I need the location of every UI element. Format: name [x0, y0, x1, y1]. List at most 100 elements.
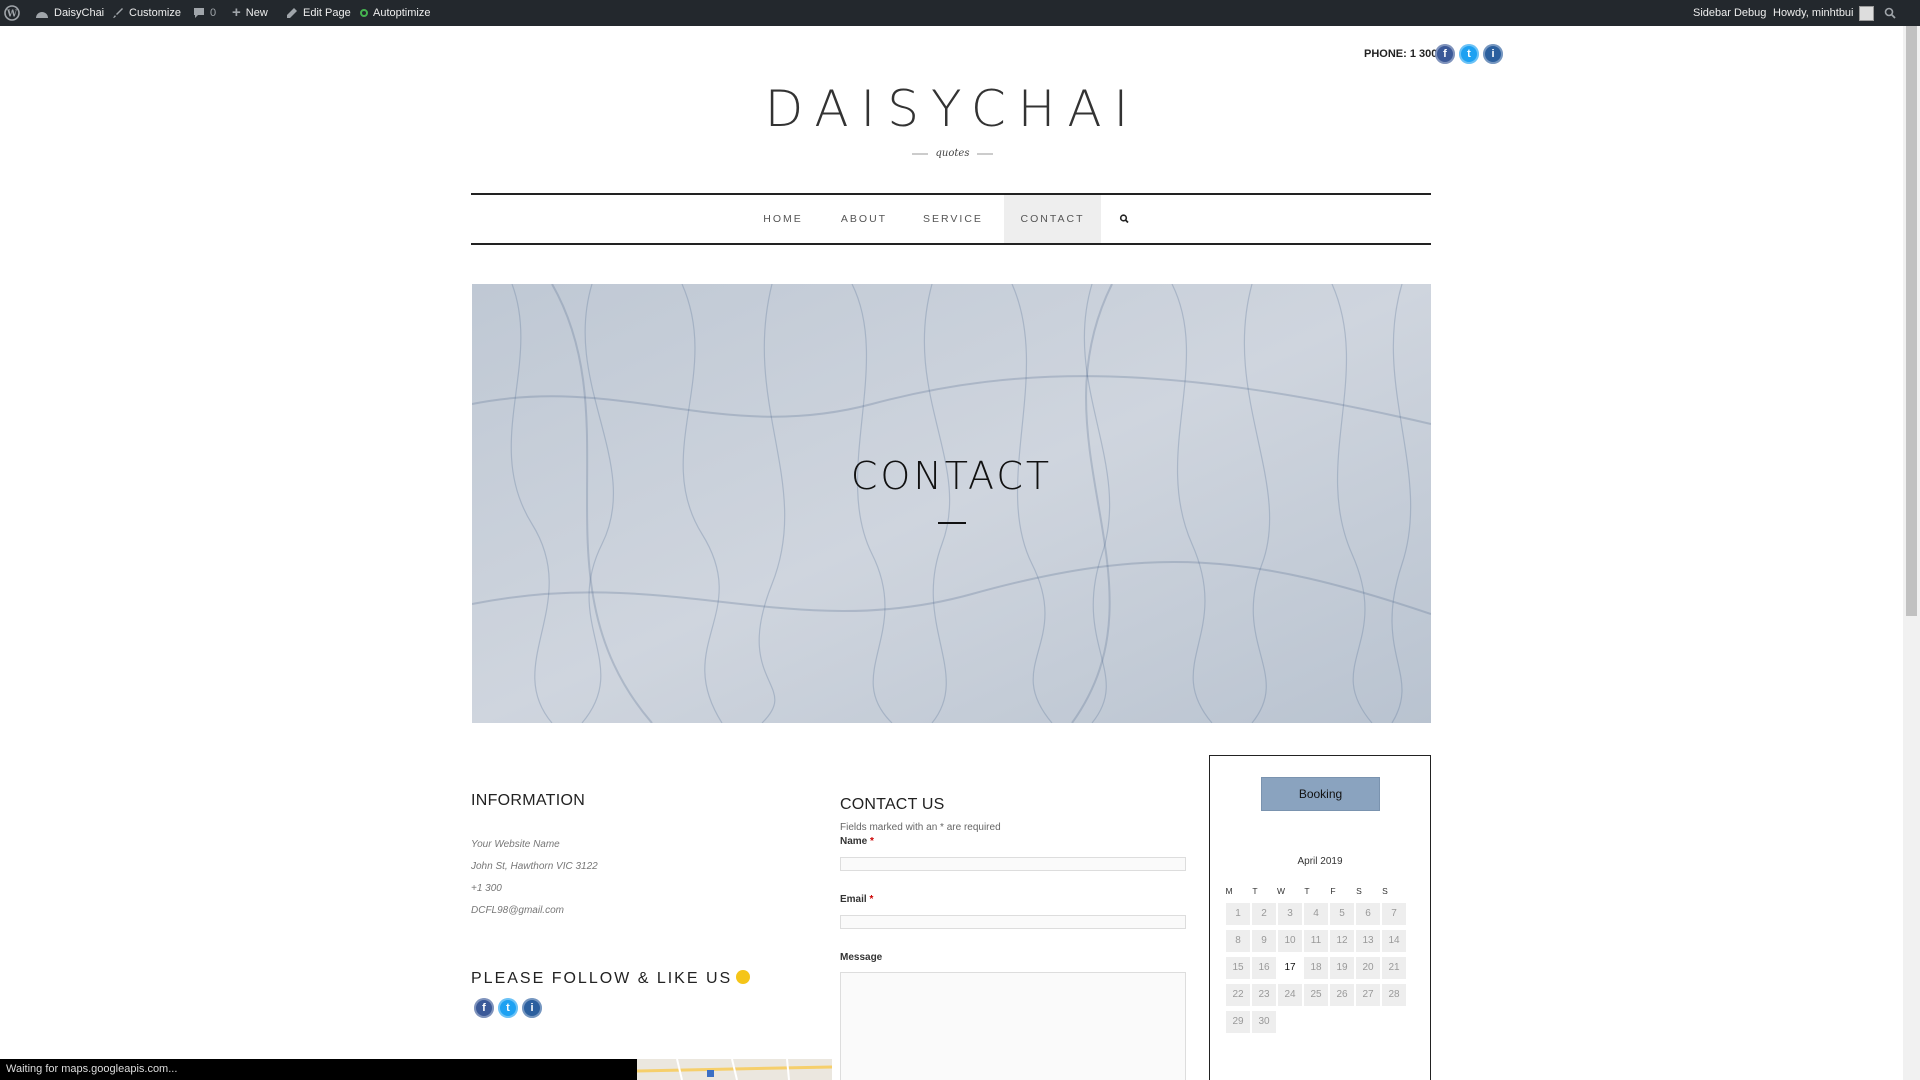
header-facebook-icon[interactable]: f [1435, 44, 1455, 64]
nav-search-icon[interactable] [1119, 195, 1133, 243]
message-label: Message [840, 952, 883, 963]
email-label: Email * [840, 894, 873, 905]
calendar-day[interactable]: 12 [1330, 930, 1354, 952]
calendar-day[interactable]: 16 [1252, 957, 1276, 979]
status-dot-icon [360, 9, 368, 17]
calendar-day[interactable]: 19 [1330, 957, 1354, 979]
calendar-day[interactable]: 15 [1226, 957, 1250, 979]
main-navigation: HOME ABOUT SERVICE CONTACT [471, 193, 1431, 245]
header-instagram-icon[interactable]: i [1483, 44, 1503, 64]
admin-new-label: New [245, 7, 268, 19]
calendar-day[interactable]: 6 [1356, 903, 1380, 925]
calendar-day[interactable]: 22 [1226, 984, 1250, 1006]
calendar-day[interactable]: 11 [1304, 930, 1328, 952]
calendar-day-of-week: T [1252, 886, 1258, 896]
header-twitter-icon[interactable]: t [1459, 44, 1479, 64]
admin-howdy-label: Howdy, minhtbui [1773, 7, 1854, 19]
calendar-day[interactable]: 14 [1382, 930, 1406, 952]
wordpress-logo-icon[interactable]: W [4, 0, 20, 26]
header-phone: PHONE: 1 300 [1364, 48, 1438, 60]
calendar-day[interactable]: 5 [1330, 903, 1354, 925]
admin-new-link[interactable]: + New [232, 0, 268, 26]
admin-sidebar-debug-label: Sidebar Debug [1693, 7, 1767, 19]
info-email: DCFL98@gmail.com [471, 905, 564, 916]
pencil-icon [287, 8, 297, 18]
calendar-day[interactable]: 3 [1278, 903, 1302, 925]
admin-edit-page-link[interactable]: Edit Page [286, 0, 351, 26]
calendar-day-of-week: M [1225, 886, 1233, 896]
info-website-name: Your Website Name [471, 839, 560, 850]
admin-edit-page-label: Edit Page [303, 7, 351, 19]
follow-facebook-icon[interactable]: f [474, 998, 494, 1018]
calendar-day[interactable]: 18 [1304, 957, 1328, 979]
calendar-day[interactable]: 4 [1304, 903, 1328, 925]
calendar-day[interactable]: 8 [1226, 930, 1250, 952]
nav-item-about[interactable]: ABOUT [834, 195, 894, 243]
calendar-day[interactable]: 29 [1226, 1011, 1250, 1033]
calendar-day[interactable]: 13 [1356, 930, 1380, 952]
info-phone: +1 300 [471, 883, 502, 894]
svg-text:W: W [6, 10, 18, 20]
dashboard-icon [36, 12, 48, 18]
follow-twitter-icon[interactable]: t [498, 998, 518, 1018]
calendar-day-of-week: F [1330, 886, 1336, 896]
calendar-day[interactable]: 21 [1382, 957, 1406, 979]
nav-item-home[interactable]: HOME [753, 195, 813, 243]
admin-autoptimize-label: Autoptimize [373, 7, 431, 19]
calendar-day[interactable]: 25 [1304, 984, 1328, 1006]
name-required-mark: * [870, 836, 874, 847]
nav-item-contact[interactable]: CONTACT [1004, 195, 1101, 243]
admin-comments-count: 0 [210, 7, 217, 19]
calendar-day-today[interactable]: 17 [1278, 957, 1302, 979]
info-address: John St, Hawthorn VIC 3122 [471, 861, 598, 872]
booking-button[interactable]: Booking [1261, 777, 1380, 811]
name-label: Name * [840, 836, 874, 847]
calendar-day[interactable]: 7 [1382, 903, 1406, 925]
calendar-day[interactable]: 24 [1278, 984, 1302, 1006]
calendar-day[interactable]: 28 [1382, 984, 1406, 1006]
calendar-day[interactable]: 10 [1278, 930, 1302, 952]
calendar-day[interactable]: 2 [1252, 903, 1276, 925]
information-heading: INFORMATION [471, 792, 586, 809]
scrollbar-thumb[interactable] [1906, 26, 1917, 616]
calendar-day[interactable]: 30 [1252, 1011, 1276, 1033]
name-field[interactable] [840, 857, 1186, 871]
admin-comments-link[interactable]: 0 [193, 0, 216, 26]
admin-autoptimize-link[interactable]: Autoptimize [360, 0, 430, 26]
calendar-month: April 2019 [1297, 856, 1343, 867]
calendar-day[interactable]: 26 [1330, 984, 1354, 1006]
nav-item-service[interactable]: SERVICE [918, 195, 988, 243]
calendar-day[interactable]: 1 [1226, 903, 1250, 925]
admin-customize-label: Customize [129, 7, 181, 19]
follow-instagram-icon[interactable]: i [522, 998, 542, 1018]
calendar-day[interactable]: 23 [1252, 984, 1276, 1006]
admin-search-icon[interactable] [1884, 0, 1896, 26]
map-tiles [637, 1059, 832, 1080]
admin-customize-link[interactable]: Customize [112, 0, 181, 26]
hero-title: CONTACT [850, 454, 1053, 498]
site-tagline: quotes [935, 148, 970, 159]
email-field[interactable] [840, 915, 1186, 929]
browser-status-bar: Waiting for maps.googleapis.com... [0, 1059, 637, 1080]
hero-background-texture [472, 284, 1431, 723]
calendar-day[interactable]: 20 [1356, 957, 1380, 979]
calendar-day-of-week: S [1356, 886, 1362, 896]
follow-heading-text: PLEASE FOLLOW & LIKE US [471, 970, 733, 987]
name-label-text: Name [840, 836, 868, 847]
message-field[interactable] [840, 972, 1186, 1080]
follow-heading: PLEASE FOLLOW & LIKE US [471, 970, 751, 988]
admin-site-link[interactable]: DaisyChai [35, 0, 104, 26]
calendar-day[interactable]: 27 [1356, 984, 1380, 1006]
required-fields-note: Fields marked with an * are required [840, 822, 1001, 833]
admin-account-menu[interactable]: Howdy, minhtbui [1773, 0, 1874, 26]
brush-icon [113, 8, 123, 18]
tagline-divider-right [977, 152, 994, 155]
email-label-text: Email [840, 894, 867, 905]
site-title[interactable]: DAISYCHAI [0, 80, 1905, 138]
admin-bar: W DaisyChai Customize 0 + New Edit Page … [0, 0, 1920, 26]
calendar-day[interactable]: 9 [1252, 930, 1276, 952]
avatar [1858, 5, 1874, 21]
admin-sidebar-debug[interactable]: Sidebar Debug [1693, 0, 1766, 26]
google-map[interactable] [637, 1059, 832, 1080]
page-scrollbar[interactable] [1903, 26, 1920, 1080]
